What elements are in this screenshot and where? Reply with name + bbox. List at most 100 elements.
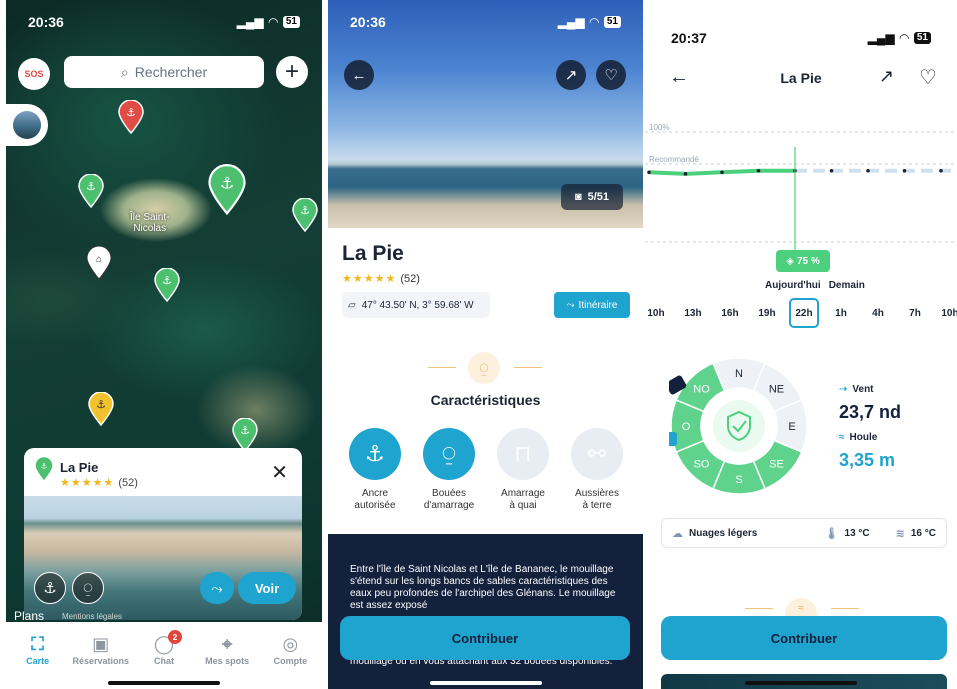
hour-item[interactable]: 4h [863, 298, 893, 328]
battery-icon: 51 [913, 32, 931, 44]
hour-selector: 10h 13h 16h 19h 22h 1h 4h 7h 10h [645, 298, 957, 330]
compass-label-so: SO [694, 458, 710, 470]
anchor-icon: ⚓ [349, 428, 401, 480]
compass-label-s: S [735, 474, 742, 486]
itinerary-button[interactable]: ⤳ Itinéraire [554, 292, 630, 318]
contribute-button[interactable]: Contribuer [661, 616, 947, 660]
review-count[interactable]: (52) [400, 273, 420, 285]
svg-text:⚓: ⚓ [86, 181, 96, 193]
tab-compte[interactable]: ◎ Compte [260, 632, 320, 689]
itinerary-button[interactable]: ⤳ [200, 572, 234, 604]
y-label-mid: Recommandé [649, 155, 699, 164]
share-button[interactable]: ↗ [556, 60, 586, 90]
cloud-icon: ☁ [672, 527, 683, 540]
heart-icon[interactable]: ♡ [919, 65, 937, 90]
page-title: La Pie [342, 242, 404, 265]
share-icon[interactable]: ↗ [879, 66, 894, 87]
spot-detail-screen: 20:36 ▂▄▆ ◠ 51 ← ↗ ♡ ◙ 5/51 La Pie ★★★★★… [328, 0, 643, 689]
search-input[interactable]: ⌕ Rechercher [64, 56, 264, 88]
anchor-icon: ⚓ [34, 572, 66, 604]
rating-stars: ★★★★★ [342, 273, 397, 285]
map-pin-selected[interactable]: ⚓ [208, 164, 246, 216]
day-today[interactable]: Aujourd'hui [765, 280, 821, 291]
status-time: 20:36 [28, 14, 64, 30]
compass-label-se: SE [769, 458, 784, 470]
y-label-top: 100% [649, 123, 669, 132]
sos-button[interactable]: SOS [18, 58, 50, 90]
page-title: La Pie [780, 70, 822, 86]
hour-item-selected[interactable]: 22h [789, 298, 819, 328]
water-temp: 16 °C [910, 527, 936, 539]
map-pin-restaurant[interactable]: ⌂ [86, 245, 112, 280]
score-chart-svg: 100% Recommandé [645, 123, 957, 252]
hour-item[interactable]: 10h [935, 298, 957, 328]
spot-card[interactable]: ⚓ La Pie ★★★★★ (52) ✕ ⚓ ⍜ ⤳ Voir [24, 448, 302, 620]
map-icon: ▱ [348, 299, 356, 311]
hour-item[interactable]: 16h [715, 298, 745, 328]
weather-row: ☁ Nuages légers 🌡 13 °C ≋ 16 °C [661, 518, 947, 548]
location-icon: ⌖ [222, 634, 233, 654]
map-pin-anchor[interactable]: ⚓ [232, 417, 258, 453]
buoy-icon: ⍜ [423, 428, 475, 480]
chat-badge: 2 [167, 630, 182, 644]
signal-icon: ▂▄▆ [867, 31, 895, 45]
legal-mentions-link[interactable]: Mentions légales [62, 612, 122, 621]
compass-label-o: O [682, 421, 691, 433]
status-bar: 20:36 ▂▄▆ ◠ 51 [328, 0, 643, 44]
air-temp: 13 °C [844, 527, 870, 539]
buoy-icon: ⍜ [72, 572, 104, 604]
section-title: Caractéristiques [430, 392, 541, 408]
apple-plans-logo: Plans [14, 609, 45, 623]
compass-center [713, 400, 765, 452]
map-layer-button[interactable] [6, 104, 48, 146]
island-label: Île Saint- Nicolas [130, 212, 170, 234]
status-time: 20:36 [350, 14, 386, 30]
add-button[interactable]: + [276, 56, 308, 88]
wind-compass: N NE E SE S SO O NO [663, 356, 809, 496]
header: ← La Pie ↗ ♡ [645, 60, 957, 96]
hour-item[interactable]: 13h [678, 298, 708, 328]
wifi-icon: ◠ [268, 15, 278, 29]
close-icon[interactable]: ✕ [271, 460, 288, 485]
map-pin-red[interactable]: ⚓ [118, 99, 144, 135]
tab-carte[interactable]: ⛶ Carte [8, 632, 68, 689]
compass-label-n: N [735, 368, 743, 380]
buoy-icon: ⍜ [468, 352, 500, 384]
heart-icon: ♡ [604, 67, 618, 84]
wave-icon: ≈ [839, 432, 845, 443]
hour-item[interactable]: 7h [900, 298, 930, 328]
back-button[interactable]: ← [344, 60, 374, 90]
map-pin-anchor[interactable]: ⚓ [292, 197, 318, 233]
score-chart[interactable]: 100% Recommandé [645, 112, 957, 252]
signal-icon: ▂▄▆ [557, 15, 585, 29]
review-count: (52) [118, 476, 138, 489]
contribute-button[interactable]: Contribuer [340, 616, 630, 660]
map-pin-anchor[interactable]: ⚓ [78, 173, 104, 209]
hour-item[interactable]: 1h [826, 298, 856, 328]
swell-label: Houle [849, 432, 878, 443]
day-tomorrow[interactable]: Demain [829, 280, 865, 291]
map-pin-yellow[interactable]: ⚓ [88, 391, 114, 427]
feature-buoys: ⍜ Bouées d'amarrage [416, 428, 482, 512]
map-pin-anchor[interactable]: ⚓ [154, 267, 180, 303]
arrow-left-icon: ← [351, 66, 367, 84]
score-point [647, 170, 651, 175]
battery-icon: 51 [603, 16, 621, 28]
signal-icon: ▂▄▆ [236, 15, 264, 29]
home-indicator [429, 681, 542, 685]
score-point [902, 168, 907, 173]
hour-item[interactable]: 19h [752, 298, 782, 328]
home-indicator [745, 681, 857, 685]
score-point [720, 170, 724, 175]
hour-item[interactable]: 10h [645, 298, 671, 328]
score-point [866, 168, 870, 173]
svg-text:⚓: ⚓ [96, 399, 106, 411]
spot-description: Entre l'île de Saint Nicolas et L'île de… [350, 564, 616, 611]
search-placeholder: Rechercher [134, 64, 208, 80]
favorite-button[interactable]: ♡ [596, 60, 626, 90]
coordinates-chip[interactable]: ▱ 47° 43.50' N, 3° 59.68' W [342, 292, 490, 318]
photo-count-badge[interactable]: ◙ 5/51 [561, 184, 623, 210]
voir-button[interactable]: Voir [238, 572, 296, 604]
shield-icon: ◈ [786, 255, 794, 267]
battery-icon: 51 [282, 16, 300, 28]
